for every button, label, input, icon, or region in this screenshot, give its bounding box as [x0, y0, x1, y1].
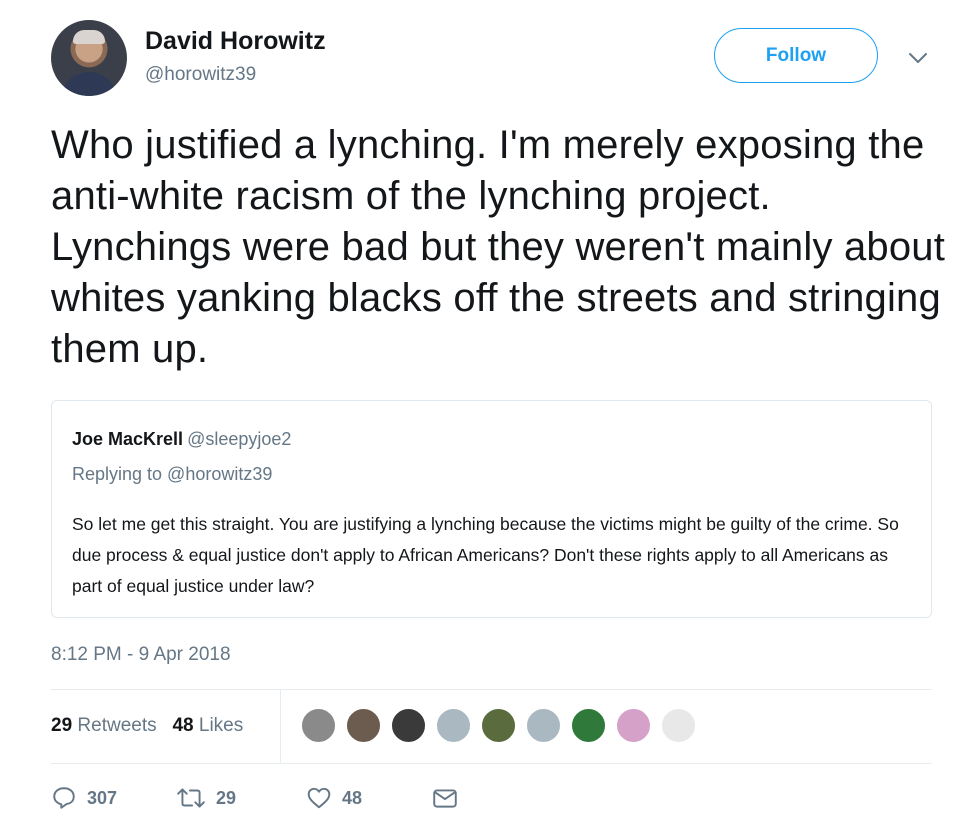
liker-avatar[interactable] — [390, 707, 427, 744]
liker-avatar[interactable] — [345, 707, 382, 744]
quoted-tweet[interactable]: Joe MacKrell @sleepyjoe2 Replying to @hor… — [51, 400, 932, 618]
retweet-stat[interactable]: 29 Retweets — [51, 715, 157, 736]
retweet-label: Retweets — [77, 715, 157, 736]
like-action-count: 48 — [342, 787, 363, 808]
reply-action[interactable]: 307 — [51, 785, 117, 811]
stats-divider-vertical — [280, 690, 281, 763]
follow-button[interactable]: Follow — [714, 28, 878, 83]
tweet-stats: 29 Retweets 48 Likes — [51, 715, 243, 737]
quoted-author: Joe MacKrell @sleepyjoe2 — [72, 429, 291, 450]
avatar-shirt — [61, 72, 117, 96]
author-name[interactable]: David Horowitz — [145, 27, 326, 56]
quoted-author-handle: @sleepyjoe2 — [187, 429, 292, 449]
tweet-text: Who justified a lynching. I'm merely exp… — [51, 123, 946, 371]
reply-count: 307 — [87, 787, 118, 808]
tweet-timestamp[interactable]: 8:12 PM - 9 Apr 2018 — [51, 644, 231, 666]
liker-avatar[interactable] — [300, 707, 337, 744]
quoted-text: So let me get this straight. You are jus… — [72, 514, 899, 596]
liker-avatar[interactable] — [435, 707, 472, 744]
like-action[interactable]: 48 — [306, 785, 362, 811]
liker-avatar[interactable] — [615, 707, 652, 744]
retweet-action-count: 29 — [216, 787, 237, 808]
likes-stat[interactable]: 48 Likes — [172, 715, 243, 736]
likes-label: Likes — [198, 715, 244, 736]
stats-divider-bottom — [51, 763, 932, 764]
liker-avatar[interactable] — [570, 707, 607, 744]
retweet-count: 29 — [51, 715, 73, 736]
retweet-action[interactable]: 29 — [176, 785, 236, 811]
avatar-hair — [73, 30, 105, 44]
quoted-replying-to: Replying to @horowitz39 — [72, 464, 273, 484]
direct-message-action[interactable] — [431, 785, 469, 811]
reply-icon — [53, 787, 75, 809]
retweet-icon — [177, 788, 205, 808]
tweet-actions: 307 29 48 — [51, 785, 471, 815]
author-avatar[interactable] — [51, 20, 127, 96]
liker-avatar[interactable] — [480, 707, 517, 744]
liker-avatar[interactable] — [660, 707, 697, 744]
heart-icon — [307, 787, 331, 809]
stats-divider-top — [51, 689, 932, 690]
chevron-down-icon[interactable] — [906, 46, 930, 70]
quoted-author-name: Joe MacKrell — [72, 429, 184, 449]
likes-count: 48 — [172, 715, 194, 736]
liker-avatar[interactable] — [525, 707, 562, 744]
author-handle[interactable]: @horowitz39 — [145, 64, 256, 86]
envelope-icon — [433, 789, 457, 808]
